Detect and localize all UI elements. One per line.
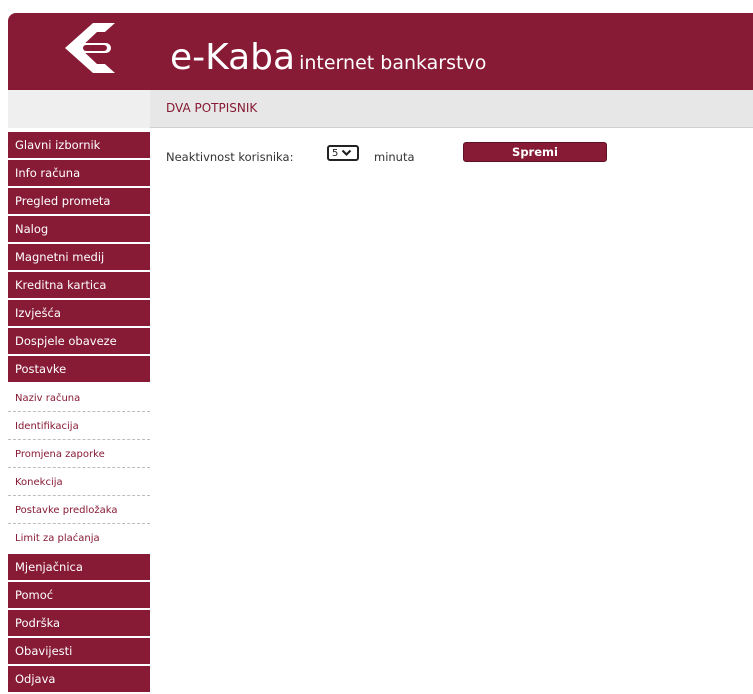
main-content: Neaktivnost korisnika: 5 minuta Spremi (150, 128, 753, 677)
submenu-item-konekcija[interactable]: Konekcija (8, 468, 150, 496)
inactivity-select[interactable]: 5 (327, 145, 359, 161)
sidebar-item-nalog[interactable]: Nalog (8, 216, 150, 242)
page-title: DVA POTPISNIK (166, 101, 258, 115)
app-header: e-Kaba internet bankarstvo (8, 13, 753, 90)
save-button[interactable]: Spremi (463, 142, 607, 162)
sidebar-item-kreditna-kartica[interactable]: Kreditna kartica (8, 272, 150, 298)
page-title-bar: DVA POTPISNIK (150, 90, 753, 128)
sidebar-item-dospjele-obaveze[interactable]: Dospjele obaveze (8, 328, 150, 354)
submenu-item-postavke-predlozaka[interactable]: Postavke predložaka (8, 496, 150, 524)
sidebar-item-glavni-izbornik[interactable]: Glavni izbornik (8, 132, 150, 158)
sidebar-item-postavke[interactable]: Postavke (8, 356, 150, 382)
sidebar-item-obavijesti[interactable]: Obavijesti (8, 638, 150, 664)
submenu-item-identifikacija[interactable]: Identifikacija (8, 412, 150, 440)
sidebar-item-pregled-prometa[interactable]: Pregled prometa (8, 188, 150, 214)
sidebar-item-odjava[interactable]: Odjava (8, 666, 150, 692)
sidebar-menu: Glavni izbornik Info računa Pregled prom… (8, 132, 150, 694)
sidebar-header-spacer (8, 90, 150, 128)
inactivity-select-value: 5 (332, 147, 339, 159)
postavke-submenu: Naziv računa Identifikacija Promjena zap… (8, 384, 150, 552)
sidebar-item-mjenjacnica[interactable]: Mjenjačnica (8, 554, 150, 580)
sidebar-item-magnetni-medij[interactable]: Magnetni medij (8, 244, 150, 270)
submenu-item-promjena-zaporke[interactable]: Promjena zaporke (8, 440, 150, 468)
submenu-item-naziv-racuna[interactable]: Naziv računa (8, 384, 150, 412)
inactivity-unit: minuta (374, 150, 415, 164)
sidebar-item-izvjesca[interactable]: Izvješća (8, 300, 150, 326)
inactivity-label: Neaktivnost korisnika: (166, 150, 294, 164)
sidebar-item-info-racuna[interactable]: Info računa (8, 160, 150, 186)
brand-title: e-Kaba internet bankarstvo (170, 37, 486, 78)
submenu-item-limit-za-placanja[interactable]: Limit za plaćanja (8, 524, 150, 552)
bank-logo-icon (65, 23, 115, 73)
sidebar-item-pomoc[interactable]: Pomoć (8, 582, 150, 608)
chevron-down-icon (342, 149, 352, 157)
brand-name: e-Kaba (170, 37, 296, 78)
sidebar-item-podrska[interactable]: Podrška (8, 610, 150, 636)
brand-subtitle: internet bankarstvo (299, 52, 487, 74)
